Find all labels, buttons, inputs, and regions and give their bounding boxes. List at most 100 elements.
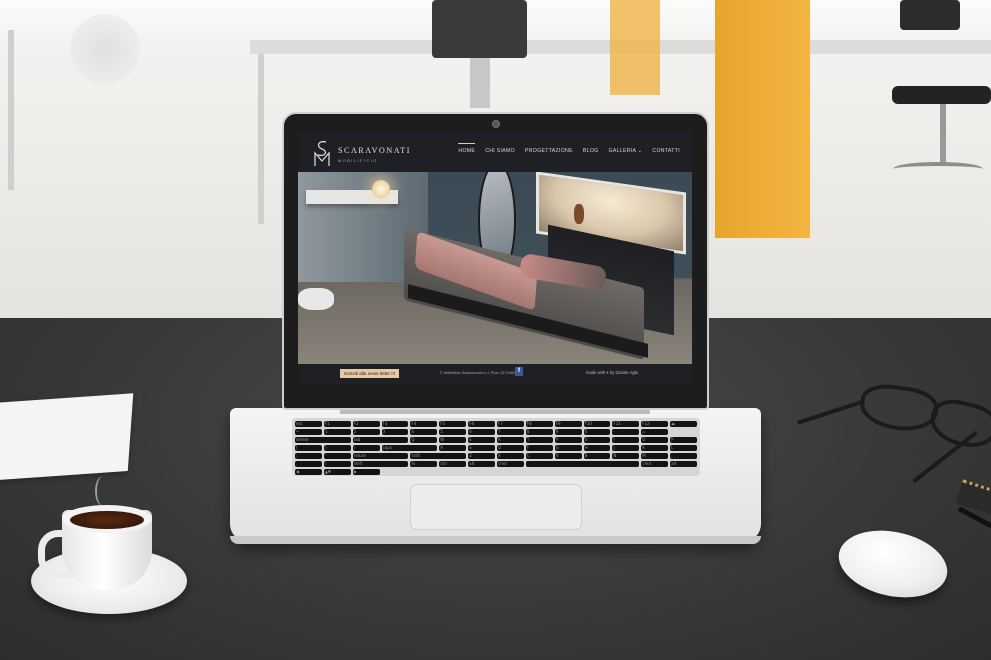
keyboard-key[interactable]: return [352,453,409,459]
keyboard-key[interactable]: \ [352,445,380,451]
keyboard-key[interactable]: A [439,445,467,451]
keyboard-key[interactable]: ; [295,453,322,459]
keyboard-key[interactable]: F1 [323,421,351,427]
keyboard-key[interactable]: cmd [641,461,669,467]
keyboard-key[interactable]: alt [670,461,697,467]
keyboard-key[interactable]: T [525,437,553,443]
keyboard-key[interactable]: ~ [295,429,322,435]
keyboard-key[interactable]: alt [468,461,495,467]
keyboard-key[interactable]: ◀ [295,469,322,475]
trackpad[interactable] [410,484,582,530]
keyboard-key[interactable]: F [525,445,553,451]
keyboard-key[interactable]: H [583,445,611,451]
chevron-down-icon: ⌄ [637,148,643,154]
keyboard-key[interactable]: ' [323,453,351,459]
keyboard-key[interactable]: M [641,453,669,459]
nav-home[interactable]: HOME [458,143,475,154]
keyboard-key[interactable]: W [439,437,467,443]
keyboard-key[interactable]: ctrl [439,461,467,467]
site-header: SCARAVONATI MOBILIFICIO HOME CHI SIAMO P… [298,132,692,172]
keyboard-key[interactable]: 3 [381,429,409,435]
keyboard-key[interactable]: N [612,453,640,459]
keyboard-key[interactable]: ] [323,445,351,451]
keyboard-key[interactable]: U [583,437,611,443]
keyboard-key[interactable]: tab [352,437,409,443]
keyboard-key[interactable]: ▲▼ [323,469,351,475]
keyboard-key[interactable]: cmd [497,461,524,467]
keyboard-key[interactable]: I [612,437,640,443]
nav-galleria[interactable]: GALLERIA ⌄ [609,148,643,154]
nav-contatti[interactable]: CONTATTI [652,148,680,154]
keyboard-key[interactable]: 7 [497,429,524,435]
keyboard-key[interactable]: C [525,453,553,459]
keyboard-key[interactable]: Z [468,453,495,459]
hero-lamp [372,180,390,198]
keyboard-key[interactable]: . [295,461,322,467]
keyboard-key[interactable]: E [468,437,495,443]
keyboard-key[interactable]: 8 [525,429,553,435]
keyboard-key[interactable]: J [612,445,640,451]
keyboard-key[interactable]: B [583,453,611,459]
keyboard-key[interactable]: V [554,453,582,459]
keyboard-key[interactable]: , [670,453,697,459]
keyboard-key[interactable]: Q [410,437,438,443]
facebook-icon[interactable]: f [515,367,523,376]
background-chair [432,0,527,58]
nav-blog[interactable]: BLOG [583,148,599,154]
keyboard-key[interactable]: F4 [410,421,438,427]
brand-name[interactable]: SCARAVONATI [338,146,411,155]
keyboard-key[interactable]: F8 [525,421,553,427]
hero-side-table [298,288,334,310]
main-nav: HOME CHI SIAMO PROGETTAZIONE BLOG GALLER… [458,143,680,154]
made-by-name[interactable]: Davide Agla [616,370,638,375]
keyboard-key[interactable]: F9 [554,421,582,427]
keyboard-key[interactable]: O [641,437,669,443]
keyboard-key[interactable]: 5 [439,429,467,435]
keyboard-key[interactable]: ▶ [352,469,380,475]
keyboard-key[interactable]: / [323,461,351,467]
keyboard-key[interactable]: [ [295,445,322,451]
laptop-keyboard[interactable]: esc F1 F2 F3 F4 F5 F6 F7 F8 F9 F10 F11 F12 ⏏ ~1 2 3 4 5 6 7 8… [292,418,700,476]
keyboard-key[interactable]: 9 [554,429,582,435]
keyboard-key[interactable]: 4 [410,429,438,435]
keyboard-key[interactable]: F7 [497,421,524,427]
keyboard-key[interactable]: P [670,437,697,443]
keyboard-key[interactable]: D [497,445,524,451]
keyboard-key[interactable]: fn [410,461,438,467]
keyboard-key[interactable]: 6 [468,429,495,435]
keyboard-key[interactable]: caps [381,445,438,451]
keyboard-key[interactable] [525,461,640,467]
keyboard-key[interactable]: F11 [612,421,640,427]
keyboard-key[interactable]: shift [410,453,467,459]
keyboard-key[interactable]: X [497,453,524,459]
keyboard-key[interactable]: F3 [381,421,409,427]
keyboard-key[interactable]: F12 [641,421,669,427]
monogram-sm-icon[interactable] [312,139,332,167]
keyboard-key[interactable]: esc [295,421,322,427]
keyboard-key[interactable]: Y [554,437,582,443]
brand-subtitle: MOBILIFICIO [338,158,378,163]
nav-chi-siamo[interactable]: CHI SIAMO [485,148,515,154]
keyboard-key[interactable]: F5 [439,421,467,427]
keyboard-key[interactable]: L [670,445,697,451]
keyboard-key[interactable]: F2 [352,421,380,427]
keyboard-key[interactable]: S [468,445,495,451]
keyboard-key[interactable]: F10 [583,421,611,427]
keyboard-key[interactable]: K [641,445,669,451]
keyboard-key[interactable]: G [554,445,582,451]
newsletter-button[interactable]: Iscriviti alla news letter !!! [340,369,400,378]
keyboard-key[interactable]: 0 [583,429,611,435]
keyboard-key[interactable]: = [641,429,669,435]
keyboard-key[interactable]: shift [352,461,409,467]
background-chair-feet [893,162,983,176]
keyboard-key[interactable]: - [612,429,640,435]
keyboard-key[interactable]: delete [295,437,351,443]
keyboard-key[interactable]: ⏏ [670,421,697,427]
steam [95,476,111,506]
nav-progettazione[interactable]: PROGETTAZIONE [525,148,573,154]
keyboard-key[interactable]: 2 [352,429,380,435]
keyboard-key[interactable]: F6 [468,421,495,427]
keyboard-key[interactable]: 1 [323,429,351,435]
background-chair-back [900,0,960,30]
keyboard-key[interactable]: R [497,437,524,443]
